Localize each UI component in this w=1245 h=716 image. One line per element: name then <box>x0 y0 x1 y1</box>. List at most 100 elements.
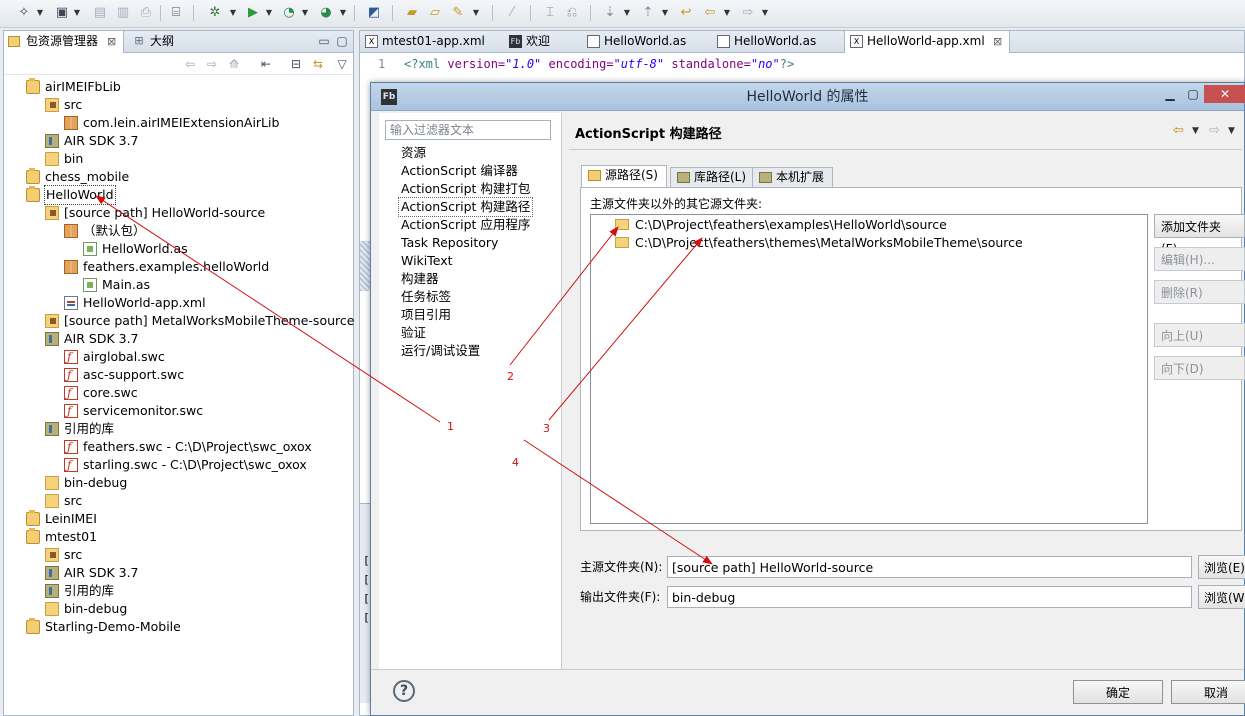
next-annotation-icon[interactable]: ⇣ <box>600 4 620 22</box>
new-project-dropdown-icon[interactable]: ▼ <box>72 4 82 22</box>
filter-input[interactable] <box>385 120 551 140</box>
browse-main-source-button[interactable]: 浏览(E)... <box>1198 555 1245 579</box>
folder-icon <box>615 219 629 230</box>
view-menu-icon[interactable]: ▽ <box>334 56 350 72</box>
forward-dropdown-icon[interactable]: ▼ <box>760 4 770 22</box>
help-icon[interactable]: ? <box>393 680 415 702</box>
minimize-icon[interactable]: ▭ <box>316 33 332 49</box>
nav-item[interactable]: Task Repository <box>401 234 498 252</box>
toggle-block-icon[interactable]: ⎌ <box>562 4 582 22</box>
list-item[interactable]: C:\D\Project\feathers\examples\HelloWorl… <box>615 216 947 234</box>
collapse-all-icon[interactable]: ⇤ <box>258 56 274 72</box>
cancel-button[interactable]: 取消 <box>1171 680 1245 704</box>
up-icon[interactable]: ⟰ <box>226 56 242 72</box>
back-dropdown-icon[interactable]: ▼ <box>1192 126 1199 136</box>
tab-package-explorer[interactable]: 包资源管理器 ⊠ <box>4 31 124 53</box>
pen-icon[interactable]: ✎ <box>448 4 468 22</box>
nav-item[interactable]: WikiText <box>401 252 453 270</box>
maximize-icon[interactable]: ▢ <box>334 33 350 49</box>
tree-item-label: （默认包） <box>83 223 146 238</box>
tree-item-label: HelloWorld.as <box>102 241 188 256</box>
nav-item[interactable]: 任务标签 <box>401 288 451 306</box>
main-source-folder-field[interactable] <box>667 556 1192 578</box>
new-dropdown-icon[interactable]: ▼ <box>35 4 45 22</box>
tab-source-path[interactable]: 源路径(S) <box>581 165 667 188</box>
close-icon[interactable]: ✕ <box>1204 85 1245 103</box>
move-up-button[interactable]: 向上(U) <box>1154 323 1245 347</box>
editor-tab-helloworld-as-1[interactable]: HelloWorld.as <box>582 31 702 53</box>
code-line[interactable]: 1 <?xml version="1.0" encoding="utf-8" s… <box>360 55 1240 73</box>
collapse-icon[interactable]: ⊟ <box>288 56 304 72</box>
next-annotation-dropdown-icon[interactable]: ▼ <box>622 4 632 22</box>
print-icon[interactable]: ⎙ <box>136 4 156 22</box>
link-editor-icon[interactable]: ⇆ <box>310 56 326 72</box>
close-icon[interactable]: ⊠ <box>993 31 1002 52</box>
tab-library-path[interactable]: 库路径(L) <box>670 167 756 188</box>
marker-icon[interactable]: ⁄ <box>502 4 522 22</box>
save-all-icon[interactable]: ▥ <box>113 4 133 22</box>
minimize-icon[interactable]: ▁ <box>1159 85 1181 103</box>
new-icon[interactable]: ✧ <box>14 4 34 22</box>
profile-icon[interactable]: ◔ <box>279 4 299 22</box>
debug-icon[interactable]: ✲ <box>205 4 225 22</box>
code-text: <?xml version="1.0" encoding="utf-8" sta… <box>404 55 794 73</box>
debug-dropdown-icon[interactable]: ▼ <box>228 4 238 22</box>
pen-dropdown-icon[interactable]: ▼ <box>471 4 481 22</box>
toggle-mark-icon[interactable]: ⌶ <box>540 4 560 22</box>
editor-tab-mtest01-app[interactable]: X mtest01-app.xml <box>360 31 496 53</box>
editor-tab-helloworld-app[interactable]: X HelloWorld-app.xml ⊠ <box>844 31 1010 53</box>
nav-item[interactable]: 运行/调试设置 <box>401 342 480 360</box>
run-icon[interactable]: ▶ <box>243 4 263 22</box>
move-down-button[interactable]: 向下(D) <box>1154 356 1245 380</box>
tree-item-label: bin <box>64 151 84 166</box>
new-project-icon[interactable]: ▣ <box>52 4 72 22</box>
forward-icon[interactable]: ⇨ <box>1209 123 1220 138</box>
forward-dropdown-icon[interactable]: ▼ <box>1228 126 1235 136</box>
close-icon[interactable]: ⊠ <box>107 31 116 52</box>
editor-tab-welcome[interactable]: Fb 欢迎 <box>504 31 574 53</box>
output-folder-field[interactable] <box>667 586 1192 608</box>
dialog-title-bar[interactable]: Fb HelloWorld 的属性 ▁ ▢ ✕ <box>371 83 1245 111</box>
nav-item[interactable]: ActionScript 应用程序 <box>401 216 530 234</box>
edit-button[interactable]: 编辑(H)... <box>1154 247 1245 271</box>
forward-icon[interactable]: ⇨ <box>204 56 220 72</box>
save-icon[interactable]: ▤ <box>90 4 110 22</box>
page-title: ActionScript 构建路径 <box>575 127 722 142</box>
back-dropdown-icon[interactable]: ▼ <box>722 4 732 22</box>
nav-item[interactable]: 项目引用 <box>401 306 451 324</box>
prev-annotation-dropdown-icon[interactable]: ▼ <box>660 4 670 22</box>
nav-item[interactable]: ActionScript 编译器 <box>401 162 518 180</box>
open-type-icon[interactable]: ◩ <box>364 4 384 22</box>
forward-icon[interactable]: ⇨ <box>738 4 758 22</box>
tab-outline[interactable]: ⊞ 大纲 <box>128 31 188 53</box>
binary-icon[interactable]: ⌸ <box>166 4 186 22</box>
source-folders-list[interactable]: C:\D\Project\feathers\examples\HelloWorl… <box>590 214 1148 524</box>
nav-item[interactable]: ActionScript 构建路径 <box>397 197 534 217</box>
tab-native-extensions[interactable]: 本机扩展 <box>752 167 834 188</box>
nav-item[interactable]: 构建器 <box>401 270 439 288</box>
browse-output-button[interactable]: 浏览(W)... <box>1198 585 1245 609</box>
profile-dropdown-icon[interactable]: ▼ <box>300 4 310 22</box>
back-icon[interactable]: ⇦ <box>700 4 720 22</box>
open-folder-icon[interactable]: ▰ <box>402 4 422 22</box>
maximize-icon[interactable]: ▢ <box>1182 85 1204 103</box>
editor-tab-helloworld-as-2[interactable]: HelloWorld.as <box>712 31 832 53</box>
remove-button[interactable]: 删除(R) <box>1154 280 1245 304</box>
back-icon[interactable]: ⇦ <box>1173 123 1184 138</box>
nav-item[interactable]: 资源 <box>401 144 426 162</box>
add-folder-button[interactable]: 添加文件夹(F)... <box>1154 214 1245 256</box>
external-tools-icon[interactable]: ◕ <box>316 4 336 22</box>
last-edit-icon[interactable]: ↩ <box>676 4 696 22</box>
prev-annotation-icon[interactable]: ⇡ <box>638 4 658 22</box>
tree-item-label: Starling-Demo-Mobile <box>45 619 181 634</box>
open-file-icon[interactable]: ▱ <box>425 4 445 22</box>
tree-item-label: bin-debug <box>64 601 128 616</box>
nav-item[interactable]: ActionScript 构建打包 <box>401 180 530 198</box>
ok-button[interactable]: 确定 <box>1073 680 1163 704</box>
as-file-icon <box>83 242 97 256</box>
list-item[interactable]: C:\D\Project\feathers\themes\MetalWorksM… <box>615 234 1023 252</box>
back-icon[interactable]: ⇦ <box>182 56 198 72</box>
external-tools-dropdown-icon[interactable]: ▼ <box>338 4 348 22</box>
run-dropdown-icon[interactable]: ▼ <box>264 4 274 22</box>
nav-item[interactable]: 验证 <box>401 324 426 342</box>
